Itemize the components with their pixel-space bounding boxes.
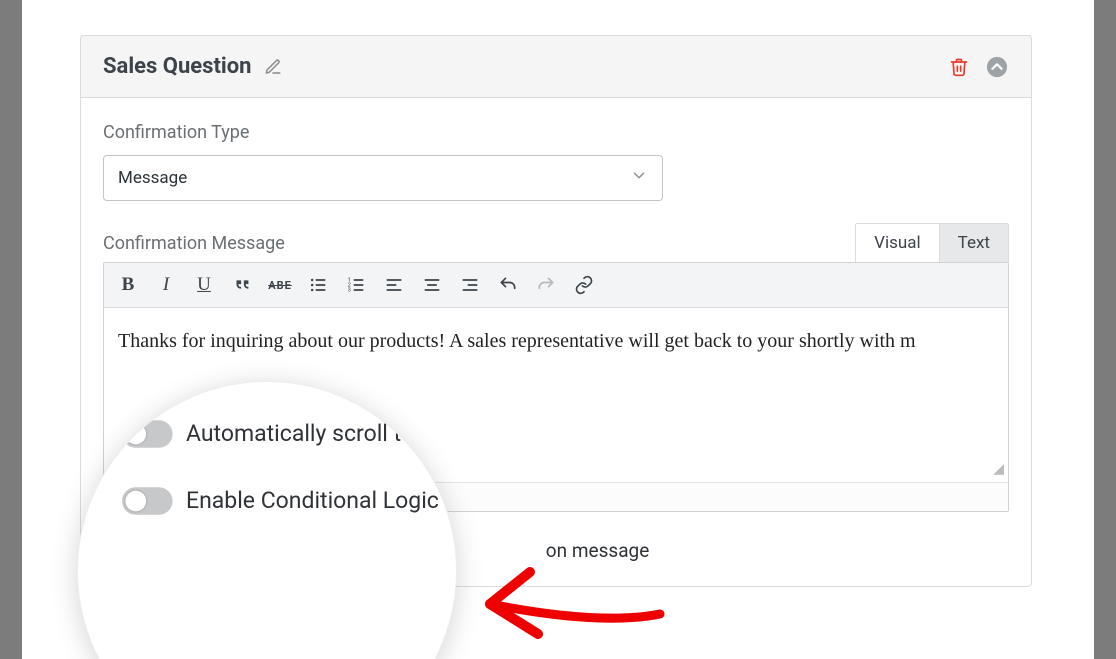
lens-auto-scroll-toggle[interactable] <box>122 420 173 448</box>
align-center-button[interactable] <box>414 268 450 302</box>
collapse-button[interactable] <box>985 55 1009 79</box>
panel-title-wrap: Sales Question <box>103 54 283 79</box>
confirmation-type-group: Confirmation Type Message <box>103 122 1009 201</box>
confirmation-type-select[interactable]: Message <box>103 155 663 201</box>
pencil-icon <box>264 58 282 76</box>
confirmation-type-label: Confirmation Type <box>103 122 1009 143</box>
magnifier-content: Automatically scroll to the Enable Condi… <box>78 382 456 659</box>
toggle-knob <box>125 423 146 444</box>
numbered-list-icon: 123 <box>346 275 366 295</box>
frame-border-left <box>0 0 22 659</box>
edit-title-button[interactable] <box>263 57 283 77</box>
toggle-knob <box>125 490 146 511</box>
confirmation-message-label: Confirmation Message <box>103 233 285 254</box>
bullet-list-button[interactable] <box>300 268 336 302</box>
bullet-list-icon <box>308 275 328 295</box>
underline-icon: U <box>197 274 211 296</box>
bold-button[interactable]: B <box>110 268 146 302</box>
link-icon <box>574 275 594 295</box>
svg-text:3: 3 <box>348 288 351 294</box>
confirmation-type-value: Message <box>118 168 187 188</box>
frame-border-right <box>1094 0 1116 659</box>
bold-icon: B <box>122 274 135 296</box>
editor-toolbar: B I U ABE 123 <box>104 263 1008 308</box>
screenshot-root: Sales Question Confirmation Type <box>0 0 1116 659</box>
trash-icon <box>949 57 969 77</box>
panel-header-actions <box>947 55 1009 79</box>
strikethrough-button[interactable]: ABE <box>262 268 298 302</box>
blockquote-icon <box>231 274 253 296</box>
align-center-icon <box>422 275 442 295</box>
undo-button[interactable] <box>490 268 526 302</box>
align-left-button[interactable] <box>376 268 412 302</box>
delete-button[interactable] <box>947 55 971 79</box>
magnifier-lens: Automatically scroll to the Enable Condi… <box>78 382 456 659</box>
underline-button[interactable]: U <box>186 268 222 302</box>
canvas: Sales Question Confirmation Type <box>22 0 1094 659</box>
panel-header: Sales Question <box>81 36 1031 98</box>
panel-title: Sales Question <box>103 54 251 79</box>
strikethrough-icon: ABE <box>268 279 292 292</box>
blockquote-button[interactable] <box>224 268 260 302</box>
auto-scroll-label-tail: on message <box>546 539 649 562</box>
tab-visual[interactable]: Visual <box>856 224 938 262</box>
lens-auto-scroll-row: Automatically scroll to the <box>122 420 456 447</box>
lens-conditional-logic-toggle[interactable] <box>122 487 173 515</box>
numbered-list-button[interactable]: 123 <box>338 268 374 302</box>
redo-button[interactable] <box>528 268 564 302</box>
align-right-icon <box>460 275 480 295</box>
italic-button[interactable]: I <box>148 268 184 302</box>
lens-conditional-logic-row: Enable Conditional Logic <box>122 487 456 514</box>
confirmation-message-label-row: Confirmation Message Visual Text <box>103 223 1009 262</box>
link-button[interactable] <box>566 268 602 302</box>
align-right-button[interactable] <box>452 268 488 302</box>
editor-content: Thanks for inquiring about our products!… <box>118 330 916 352</box>
chevron-down-icon <box>630 167 648 190</box>
redo-icon <box>536 275 556 295</box>
editor-mode-tabs: Visual Text <box>855 223 1009 262</box>
lens-auto-scroll-label: Automatically scroll to the <box>186 420 452 447</box>
tab-text[interactable]: Text <box>939 224 1008 262</box>
align-left-icon <box>384 275 404 295</box>
chevron-up-circle-icon <box>986 56 1008 78</box>
undo-icon <box>498 275 518 295</box>
lens-conditional-logic-label: Enable Conditional Logic <box>186 487 439 514</box>
italic-icon: I <box>163 274 169 296</box>
resize-grip-icon: ◢ <box>993 459 1004 480</box>
